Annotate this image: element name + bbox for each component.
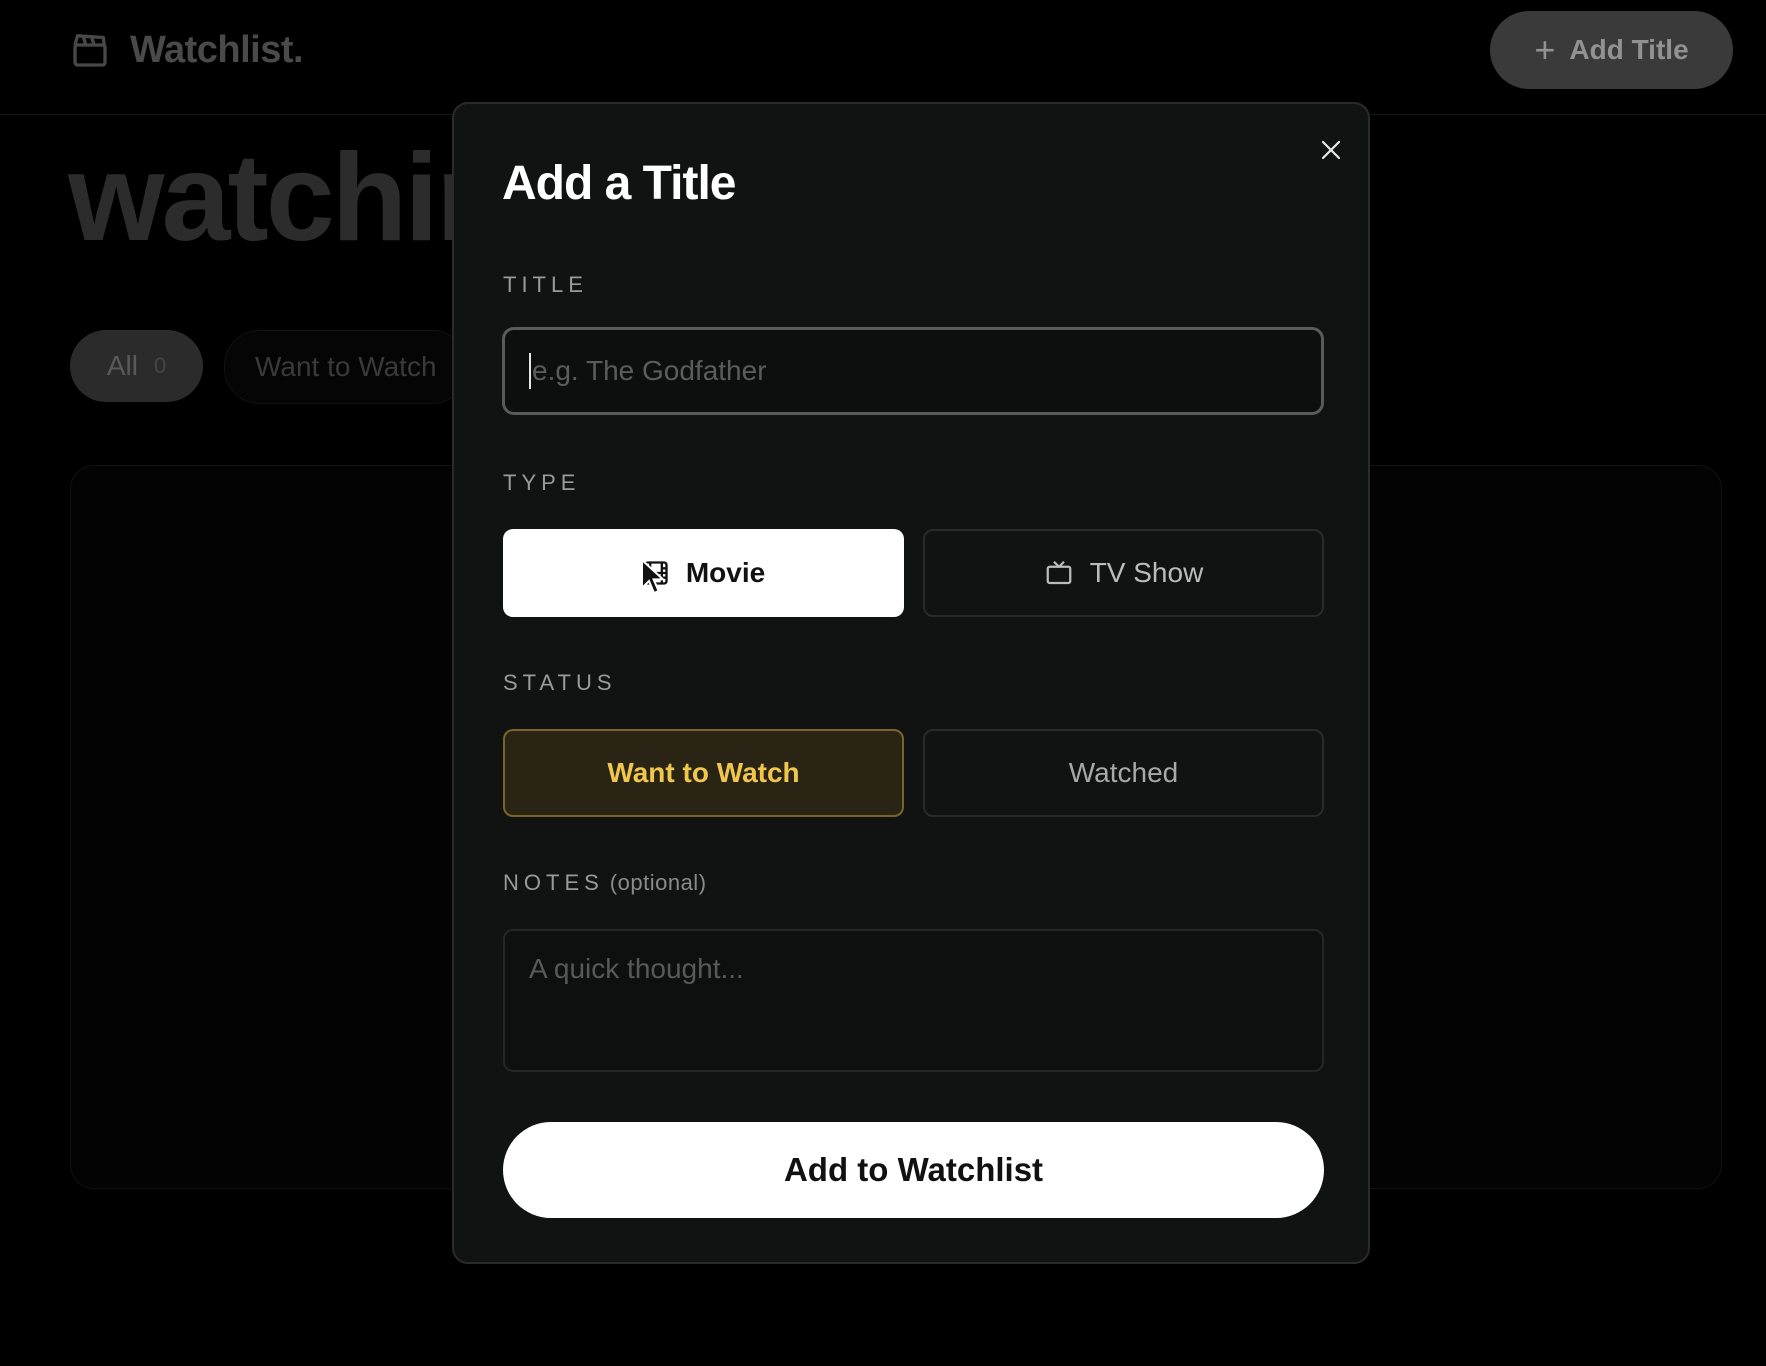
clapperboard-icon [70,30,110,70]
filter-tab-want-to-watch[interactable]: Want to Watch [224,330,468,404]
notes-label-text: NOTES [503,870,604,895]
type-option-label: TV Show [1089,557,1204,588]
add-title-label: Add Title [1569,34,1689,65]
filter-label: Want to Watch [255,351,437,382]
plus-icon: + [1534,29,1556,70]
app-header: Watchlist. + Add Title [0,0,1766,115]
close-icon[interactable] [1309,128,1353,172]
title-placeholder: e.g. The Godfather [532,355,767,386]
filter-tab-all[interactable]: All 0 [70,330,203,402]
status-option-label: Want to Watch [607,757,800,788]
title-input[interactable]: e.g. The Godfather [502,327,1324,415]
type-option-movie[interactable]: Movie [503,529,904,617]
status-option-label: Watched [1068,757,1179,788]
notes-optional-hint: (optional) [609,870,707,895]
mouse-pointer-icon [641,558,666,595]
logo-text: Watchlist. [130,28,304,71]
modal-title: Add a Title [502,157,736,210]
add-title-button[interactable]: + Add Title [1490,11,1733,89]
notes-textarea[interactable]: A quick thought... [503,929,1324,1072]
hero-heading: watchin [68,129,512,267]
tv-icon [1044,558,1074,588]
type-field-label: TYPE [503,470,581,495]
submit-label: Add to Watchlist [783,1151,1044,1188]
notes-field-label: NOTES (optional) [503,870,707,896]
filter-label: All [106,350,138,381]
status-option-watched[interactable]: Watched [923,729,1324,817]
text-caret [529,353,531,389]
status-field-label: STATUS [503,670,617,695]
status-option-want-to-watch[interactable]: Want to Watch [503,729,904,817]
logo: Watchlist. [70,22,304,78]
type-option-label: Movie [685,557,766,588]
type-option-tv-show[interactable]: TV Show [923,529,1324,617]
title-field-label: TITLE [503,272,588,297]
notes-placeholder: A quick thought... [529,953,744,984]
add-title-modal: Add a Title TITLE e.g. The Godfather TYP… [452,102,1370,1264]
filter-count: 0 [153,353,167,378]
add-to-watchlist-button[interactable]: Add to Watchlist [503,1122,1324,1218]
